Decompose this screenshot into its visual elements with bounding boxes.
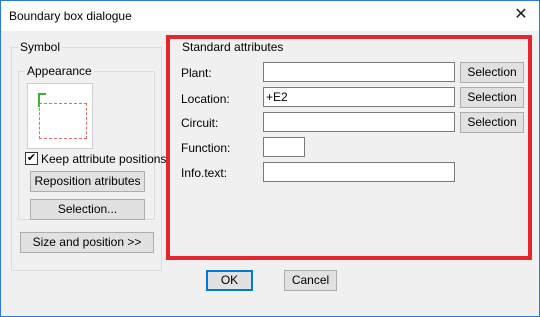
window-title: Boundary box dialogue <box>9 9 132 23</box>
boundary-box-preview <box>39 103 87 139</box>
keep-positions-checkbox[interactable]: ✔ <box>25 152 38 165</box>
symbol-preview <box>27 83 93 149</box>
keep-positions-label: Keep attribute positions <box>41 152 167 166</box>
dialog-window: Boundary box dialogue ✕ Symbol Appearanc… <box>0 0 540 317</box>
highlight-frame <box>166 35 532 260</box>
close-icon[interactable]: ✕ <box>511 5 531 25</box>
check-icon: ✔ <box>26 152 37 164</box>
size-and-position-button[interactable]: Size and position >> <box>20 232 154 253</box>
reposition-attributes-button[interactable]: Reposition atributes <box>30 171 145 192</box>
symbol-group-label: Symbol <box>18 40 63 54</box>
ok-button[interactable]: OK <box>206 270 253 291</box>
cancel-button[interactable]: Cancel <box>284 270 337 291</box>
symbol-selection-button[interactable]: Selection... <box>30 199 145 220</box>
appearance-label: Appearance <box>27 64 92 78</box>
title-bar: Boundary box dialogue ✕ <box>1 1 539 31</box>
appearance-group-label: Appearance <box>25 64 94 78</box>
